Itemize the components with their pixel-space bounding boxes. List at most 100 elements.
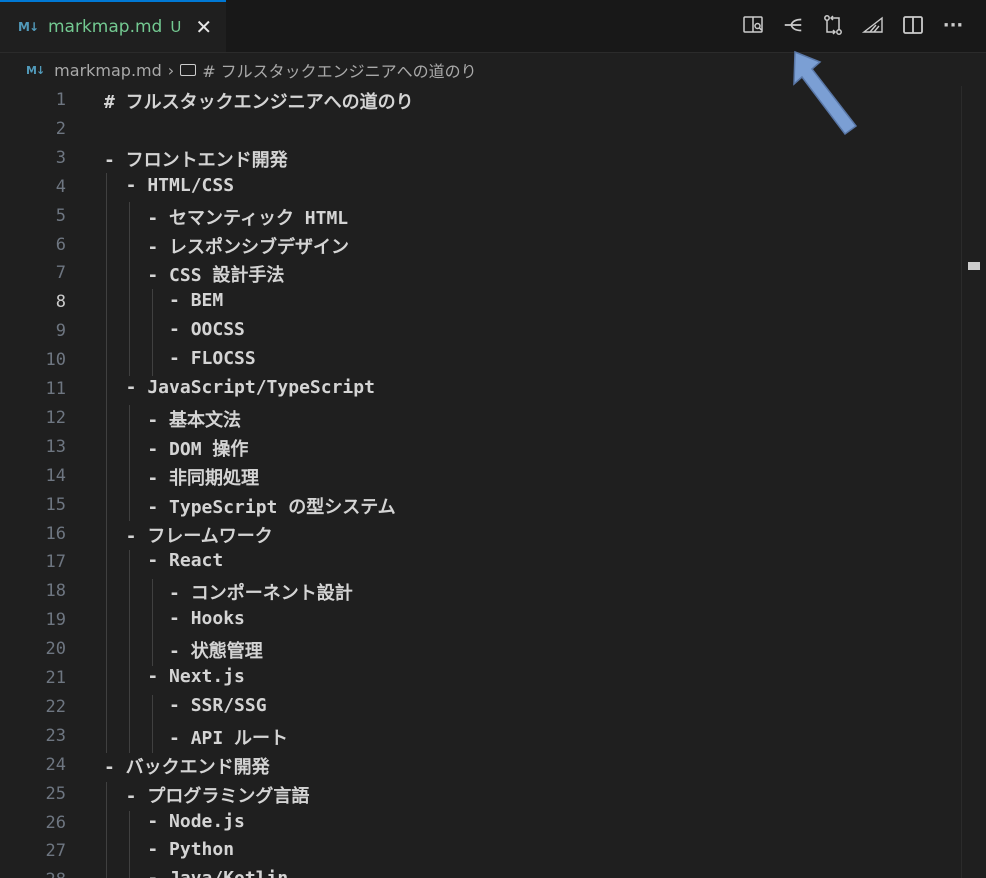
code-text: - FLOCSS [104, 348, 256, 370]
code-text: - Next.js [104, 666, 245, 687]
line-number: 25 [45, 783, 66, 804]
code-text: - OOCSS [104, 319, 245, 341]
code-text: - Hooks [104, 608, 245, 630]
line-number: 20 [45, 639, 66, 660]
code-line[interactable]: 14 - 非同期処理 [0, 462, 962, 491]
line-number: 16 [45, 523, 66, 544]
code-text: - レスポンシブデザイン [104, 236, 350, 258]
open-preview-icon[interactable] [742, 14, 764, 36]
line-number: 23 [45, 725, 66, 746]
code-line[interactable]: 7 - CSS 設計手法 [0, 259, 962, 288]
line-number: 21 [45, 668, 66, 688]
code-text: - TypeScript の型システム [104, 496, 396, 518]
code-line[interactable]: 24 - バックエンド開発 [0, 751, 962, 780]
line-number: 11 [45, 379, 66, 399]
code-line[interactable]: 6 - レスポンシブデザイン [0, 231, 962, 260]
line-number: 9 [55, 321, 66, 342]
code-line[interactable]: 11 - JavaScript/TypeScript [0, 375, 962, 404]
breadcrumb-separator: › [167, 60, 175, 80]
markmap-icon[interactable] [782, 14, 804, 36]
untracked-badge: U [170, 18, 182, 36]
code-text: - Node.js [104, 810, 245, 832]
line-number: 22 [45, 696, 66, 717]
annotation-arrow-icon [793, 50, 858, 136]
code-line[interactable]: 20 - 状態管理 [0, 635, 962, 664]
line-number: 1 [55, 90, 66, 110]
code-text: - API ルート [104, 727, 289, 749]
code-text: - プログラミング言語 [104, 785, 310, 807]
code-line[interactable]: 27 - Python [0, 837, 962, 866]
timeline-icon[interactable] [862, 14, 884, 36]
code-line[interactable]: 25 - プログラミング言語 [0, 780, 962, 809]
code-text: - フレームワーク [104, 525, 273, 547]
symbol-string-icon [180, 64, 197, 76]
breadcrumb-file[interactable]: markmap.md [54, 61, 162, 80]
line-number: 4 [55, 176, 66, 197]
scrollbar-thumb[interactable] [968, 262, 980, 270]
code-line[interactable]: 16 - フレームワーク [0, 520, 962, 549]
line-number: 13 [45, 436, 66, 457]
tab-label: markmap.md [48, 17, 163, 37]
editor-actions: ··· [742, 14, 964, 36]
line-number: 5 [55, 205, 66, 226]
code-text: - HTML/CSS [104, 174, 235, 196]
code-line[interactable]: 22 - SSR/SSG [0, 693, 962, 722]
markdown-file-icon: M↓ [18, 20, 39, 34]
code-line[interactable]: 3 - フロントエンド開発 [0, 144, 962, 173]
code-text: - React [104, 550, 224, 572]
code-text: - バックエンド開発 [104, 756, 270, 778]
code-text: - 基本文法 [104, 409, 242, 431]
code-line[interactable]: 12 - 基本文法 [0, 404, 962, 433]
code-text: - DOM 操作 [104, 438, 249, 460]
line-number: 8 [55, 292, 66, 313]
line-number: 26 [45, 812, 66, 833]
code-text: - Java/Kotlin [104, 868, 288, 878]
code-text: - フロントエンド開発 [104, 149, 288, 171]
compare-changes-icon[interactable] [822, 14, 844, 36]
code-text: - Python [104, 839, 235, 861]
tab-markmap-md[interactable]: M↓ markmap.md U ✕ [0, 0, 226, 52]
more-actions-icon[interactable]: ··· [942, 14, 964, 36]
code-text: - JavaScript/TypeScript [104, 377, 375, 398]
code-line[interactable]: 28 - Java/Kotlin [0, 866, 962, 878]
code-line[interactable]: 15 - TypeScript の型システム [0, 491, 962, 520]
code-line[interactable]: 5 - セマンティック HTML [0, 202, 962, 231]
split-editor-icon[interactable] [902, 14, 924, 36]
line-number: 27 [45, 841, 66, 862]
close-icon[interactable]: ✕ [195, 15, 212, 39]
line-number: 7 [55, 263, 66, 284]
code-line[interactable]: 4 - HTML/CSS [0, 173, 962, 202]
code-line[interactable]: 10 - FLOCSS [0, 346, 962, 375]
code-text: # フルスタックエンジニアへの道のり [104, 92, 414, 113]
markdown-file-icon: M↓ [26, 63, 45, 77]
code-text: - セマンティック HTML [104, 207, 349, 229]
code-editor[interactable]: 1 # フルスタックエンジニアへの道のり 2 3- フロントエンド開発 4 - HTML… [0, 86, 962, 878]
line-number: 24 [45, 754, 66, 775]
line-number: 28 [0, 870, 66, 878]
line-number: 2 [55, 118, 66, 139]
line-number: 17 [45, 552, 66, 573]
code-line[interactable]: 23 - API ルート [0, 722, 962, 751]
code-line[interactable]: 13 - DOM 操作 [0, 433, 962, 462]
code-text: - BEM [104, 290, 224, 312]
code-line[interactable]: 18 - コンポーネント設計 [0, 577, 962, 606]
code-line[interactable]: 9 - OOCSS [0, 317, 962, 346]
code-line[interactable]: 21 - Next.js [0, 664, 962, 693]
line-number: 18 [45, 581, 66, 602]
code-line[interactable]: 8 - BEM [0, 288, 962, 317]
code-text: - コンポーネント設計 [104, 583, 353, 605]
editor-tab-bar: M↓ markmap.md U ✕ ··· [0, 0, 986, 53]
line-number: 15 [45, 494, 66, 515]
code-text: - CSS 設計手法 [104, 265, 285, 287]
vertical-scrollbar[interactable] [961, 86, 986, 878]
code-line[interactable]: 26 - Node.js [0, 809, 962, 838]
line-number: 14 [45, 465, 66, 486]
line-number: 19 [45, 610, 66, 631]
code-line[interactable]: 19 - Hooks [0, 606, 962, 635]
breadcrumb-symbol[interactable]: # フルスタックエンジニアへの道のり [202, 58, 477, 82]
line-number: 3 [55, 147, 66, 168]
code-line[interactable]: 17 - React [0, 548, 962, 577]
line-number: 12 [45, 407, 66, 428]
code-text: - 非同期処理 [104, 467, 260, 489]
line-number: 6 [55, 234, 66, 255]
